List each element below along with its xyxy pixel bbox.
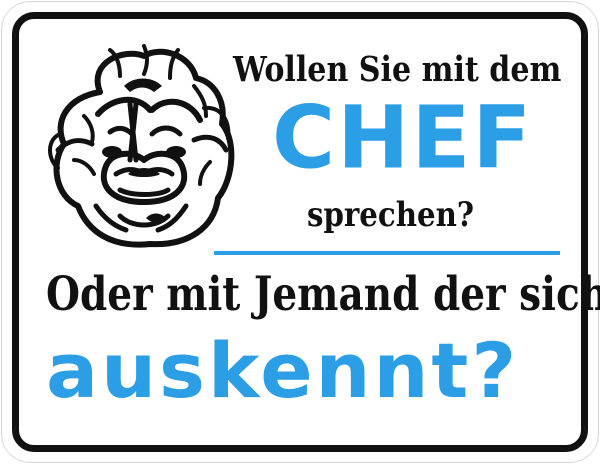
- sign-card: Wollen Sie mit dem CHEF sprechen? Oder m…: [2, 2, 600, 462]
- headline-line-1: Wollen Sie mit dem: [233, 49, 562, 90]
- headline-line-3: sprechen?: [307, 195, 474, 235]
- divider: [214, 251, 560, 255]
- headline-line-4: Oder mit Jemand der sich: [46, 267, 600, 322]
- grumpy-chef-face-icon: [48, 44, 235, 248]
- headline-auskennt: auskennt?: [46, 328, 520, 416]
- headline-chef: CHEF: [272, 88, 534, 189]
